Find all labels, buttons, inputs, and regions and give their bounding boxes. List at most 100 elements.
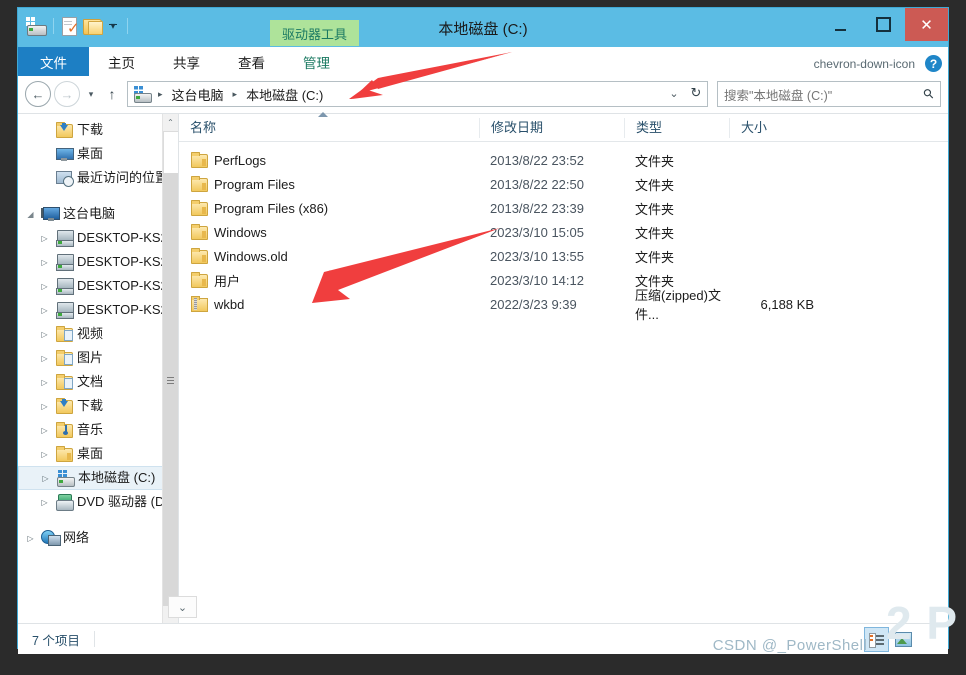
chevron-down-icon[interactable]: ⌄ xyxy=(663,87,685,100)
sidebar-item-8[interactable]: ▷ DESKTOP-KS25 xyxy=(18,298,178,322)
music-folder-icon xyxy=(55,422,73,438)
close-button[interactable]: ✕ xyxy=(905,8,948,41)
expander-closed-icon[interactable]: ▷ xyxy=(38,330,51,339)
search-icon[interactable]: ⚲ xyxy=(920,85,938,103)
sidebar-item-10[interactable]: ▷ 图片 xyxy=(18,346,178,370)
tab-share[interactable]: 共享 xyxy=(154,47,219,76)
expander-closed-icon[interactable]: ▷ xyxy=(38,234,51,243)
tree-group-gap xyxy=(18,514,178,526)
up-button[interactable]: ↑ xyxy=(102,86,122,102)
expander-closed-icon[interactable]: ▷ xyxy=(38,498,51,507)
help-icon[interactable]: ? xyxy=(925,55,942,72)
sidebar-item-6[interactable]: ▷ DESKTOP-KS25 xyxy=(18,250,178,274)
sidebar-item-5[interactable]: ▷ DESKTOP-KS25 xyxy=(18,226,178,250)
refresh-icon[interactable]: ↻ xyxy=(685,85,707,101)
sidebar-item-14[interactable]: ▷ 桌面 xyxy=(18,442,178,466)
file-list-pane: 名称 修改日期 类型 大小 PerfLogs 2013/8/22 23:52 文件夹… xyxy=(178,111,948,623)
expander-closed-icon[interactable]: ▷ xyxy=(38,258,51,267)
sidebar-item-2[interactable]: 最近访问的位置 xyxy=(18,166,178,190)
computer-icon xyxy=(41,206,60,222)
explorer-body: 下载 桌面 最近访问的位置 ◢ 这台电脑 ▷ DESKTOP-KS25 ▷ DESKTOP-KS… xyxy=(18,111,948,623)
expander-open-icon[interactable]: ◢ xyxy=(24,210,37,219)
sidebar-item-1[interactable]: 桌面 xyxy=(18,142,178,166)
sidebar-item-11[interactable]: ▷ 文档 xyxy=(18,370,178,394)
column-header-name[interactable]: 名称 xyxy=(179,111,479,138)
chevron-down-icon[interactable]: chevron-down-icon xyxy=(814,57,915,71)
cell-type: 文件夹 xyxy=(635,225,675,241)
minimize-button[interactable] xyxy=(819,8,862,41)
address-bar-controls: ⌄ ↻ xyxy=(663,82,707,104)
forward-button[interactable]: → xyxy=(54,81,80,107)
scroll-up-button[interactable]: ⌃ xyxy=(163,114,178,131)
sidebar-item-12[interactable]: ▷ 下载 xyxy=(18,394,178,418)
sidebar-item-15[interactable]: ▷ 本地磁盘 (C:) xyxy=(18,466,178,490)
corner-text: 2 P xyxy=(885,597,958,649)
cell-name: PerfLogs xyxy=(179,152,479,168)
expander-closed-icon[interactable]: ▷ xyxy=(38,378,51,387)
search-input[interactable]: 搜索"本地磁盘 (C:)" xyxy=(724,85,832,104)
table-row[interactable]: Windows 2023/3/10 15:05 文件夹 xyxy=(179,220,948,244)
maximize-button[interactable] xyxy=(862,8,905,41)
breadcrumb-item-this-pc[interactable]: 这台电脑 xyxy=(170,85,226,104)
column-headers: 名称 修改日期 类型 大小 xyxy=(179,111,948,142)
sidebar-item-label: 网络 xyxy=(63,530,90,545)
table-row[interactable]: 用户 2023/3/10 14:12 文件夹 xyxy=(179,268,948,292)
sidebar-item-label: 这台电脑 xyxy=(63,206,116,221)
breadcrumb-item-local-disk[interactable]: 本地磁盘 (C:) xyxy=(244,85,325,104)
expander-closed-icon[interactable]: ▷ xyxy=(38,402,51,411)
tab-file[interactable]: 文件 xyxy=(18,47,89,76)
sidebar-item-16[interactable]: ▷ DVD 驱动器 (D:) xyxy=(18,490,178,514)
expander-closed-icon[interactable]: ▷ xyxy=(38,282,51,291)
sidebar-item-4[interactable]: ◢ 这台电脑 xyxy=(18,202,178,226)
dvd-drive-icon xyxy=(55,494,74,511)
screenshot-root: ✓ ▾ 驱动器工具 本地磁盘 (C:) ✕ 文件 主页 共享 查看 管理 che… xyxy=(0,0,966,675)
column-header-size[interactable]: 大小 xyxy=(729,117,824,138)
expander-closed-icon[interactable]: ▷ xyxy=(38,354,51,363)
address-bar[interactable]: ▸ 这台电脑 ▸ 本地磁盘 (C:) ⌄ ↻ xyxy=(127,81,708,107)
sidebar-item-18[interactable]: ▷ 网络 xyxy=(18,526,178,550)
sidebar-item-label: DESKTOP-KS25 xyxy=(77,278,176,293)
back-button[interactable]: ← xyxy=(25,81,51,107)
sidebar-item-7[interactable]: ▷ DESKTOP-KS25 xyxy=(18,274,178,298)
expander-closed-icon[interactable]: ▷ xyxy=(38,450,51,459)
tab-manage[interactable]: 管理 xyxy=(284,47,349,76)
window-title: 本地磁盘 (C:) xyxy=(438,21,528,38)
sidebar-item-0[interactable]: 下载 xyxy=(18,118,178,142)
table-row[interactable]: Windows.old 2023/3/10 13:55 文件夹 xyxy=(179,244,948,268)
cell-date: 2013/8/22 23:52 xyxy=(490,152,584,168)
folder-icon xyxy=(190,200,208,216)
sidebar-item-9[interactable]: ▷ 视频 xyxy=(18,322,178,346)
pictures-folder-icon xyxy=(55,350,73,366)
expander-closed-icon[interactable]: ▷ xyxy=(39,474,52,483)
chevron-down-icon[interactable]: ▾ xyxy=(106,17,120,37)
cell-date: 2013/8/22 22:50 xyxy=(490,176,584,192)
scrollbar-thumb[interactable] xyxy=(163,131,178,175)
table-row[interactable]: Program Files 2013/8/22 22:50 文件夹 xyxy=(179,172,948,196)
expander-closed-icon[interactable]: ▷ xyxy=(38,426,51,435)
history-dropdown-icon[interactable]: ▾ xyxy=(83,89,99,100)
folder-tree: 下载 桌面 最近访问的位置 ◢ 这台电脑 ▷ DESKTOP-KS25 ▷ DESKTOP-KS… xyxy=(18,114,178,550)
desktop-folder-icon xyxy=(55,446,73,462)
table-row[interactable]: Program Files (x86) 2013/8/22 23:39 文件夹 xyxy=(179,196,948,220)
watermark: CSDN @_PowerShell xyxy=(712,637,868,654)
sidebar-item-13[interactable]: ▷ 音乐 xyxy=(18,418,178,442)
table-row[interactable]: wkbd 2022/3/23 9:39 压缩(zipped)文件... 6,188 K… xyxy=(179,288,948,322)
search-box[interactable]: 搜索"本地磁盘 (C:)" ⚲ xyxy=(717,81,941,107)
breadcrumb-separator-0: ▸ xyxy=(158,88,163,99)
new-folder-icon[interactable] xyxy=(83,18,103,35)
scrollbar-track[interactable] xyxy=(163,173,178,606)
folder-icon xyxy=(190,224,208,240)
tab-view[interactable]: 查看 xyxy=(219,47,284,76)
status-divider xyxy=(93,631,95,647)
sidebar-item-label: 本地磁盘 (C:) xyxy=(78,470,156,485)
file-name-label: Program Files (x86) xyxy=(214,200,329,216)
tab-home[interactable]: 主页 xyxy=(89,47,154,76)
column-header-type[interactable]: 类型 xyxy=(624,117,729,138)
expander-closed-icon[interactable]: ▷ xyxy=(24,534,37,543)
properties-icon[interactable]: ✓ xyxy=(61,16,80,36)
expander-closed-icon[interactable]: ▷ xyxy=(38,306,51,315)
table-row[interactable]: PerfLogs 2013/8/22 23:52 文件夹 xyxy=(179,148,948,172)
column-header-date[interactable]: 修改日期 xyxy=(479,117,624,138)
sidebar-scrollbar[interactable]: ⌃ ⌄ xyxy=(162,114,178,623)
list-scroll-down-button[interactable]: ⌄ xyxy=(168,596,197,618)
